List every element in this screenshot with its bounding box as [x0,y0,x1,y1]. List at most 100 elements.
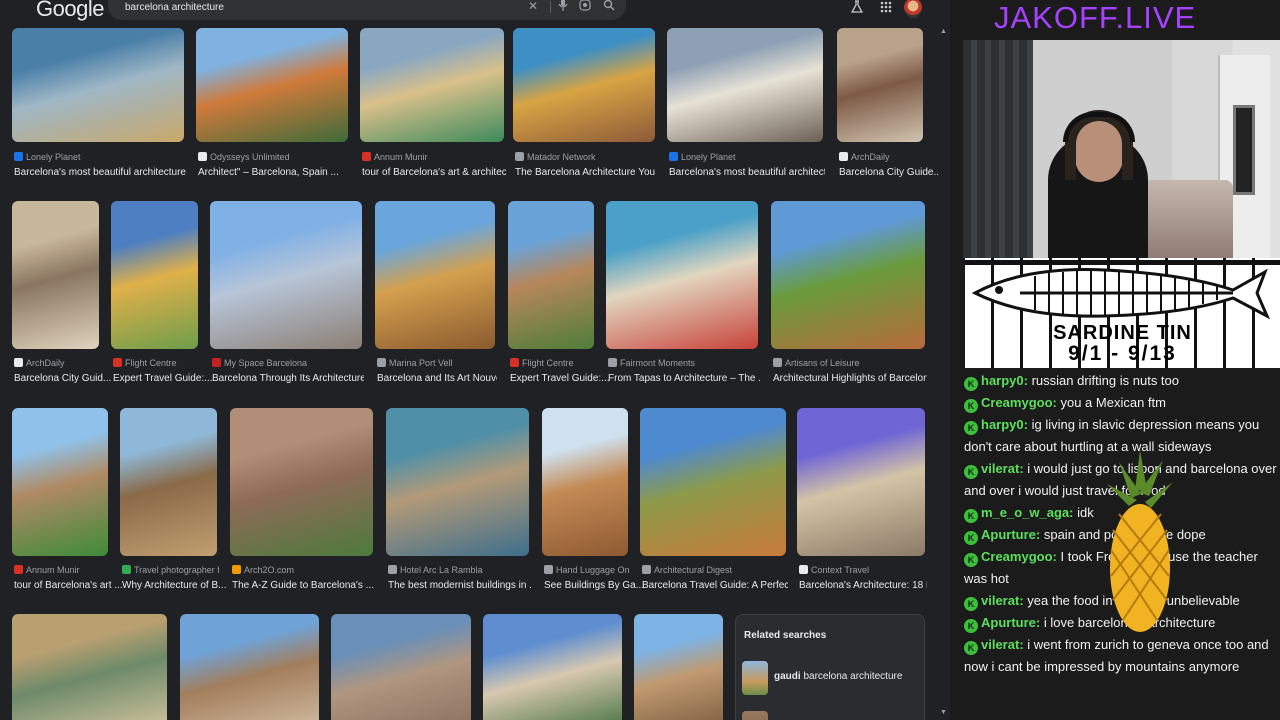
site-favicon-icon [198,152,207,161]
labs-flask-icon[interactable] [850,0,864,17]
image-result-source[interactable]: Annum Munir [362,152,506,162]
camera-lens-icon[interactable] [578,0,592,14]
image-result-caption[interactable]: From Tapas to Architecture – The ... [608,373,760,384]
image-result-caption[interactable]: tour of Barcelona's art ... [14,580,134,591]
apps-grid-icon[interactable] [880,0,892,16]
image-result-thumbnail[interactable] [640,408,786,556]
image-result-thumbnail[interactable] [606,201,758,349]
image-result-thumbnail[interactable] [634,614,723,720]
image-result-source[interactable]: Flight Centre [510,358,596,368]
image-result-thumbnail[interactable] [542,408,628,556]
related-search-text: gaudi barcelona architecture [774,671,903,682]
image-result-caption[interactable]: Barcelona Travel Guide: A Perfect ... [642,580,788,591]
image-result-thumbnail[interactable] [120,408,217,556]
image-result-source[interactable]: Architectural Digest [642,565,788,575]
chat-username[interactable]: Creamygoo [981,549,1053,564]
image-result-caption[interactable]: Barcelona's most beautiful architectur..… [669,167,825,178]
search-icon[interactable] [602,0,616,14]
image-result-caption[interactable]: Barcelona and Its Art Nouve... [377,373,497,384]
chat-username[interactable]: Creamygoo [981,395,1053,410]
results-scrollbar[interactable]: ▲ ▼ [938,26,948,720]
image-result-caption[interactable]: Architect" – Barcelona, Spain ... [198,167,350,178]
microphone-icon[interactable] [556,0,570,14]
image-result-thumbnail[interactable] [386,408,529,556]
image-result-caption[interactable]: Barcelona Through Its Architecture ... [212,373,364,384]
image-result-thumbnail[interactable] [837,28,923,142]
image-result-caption[interactable]: Barcelona's Architecture: 18 B... [799,580,927,591]
image-result-thumbnail[interactable] [797,408,925,556]
image-result-thumbnail[interactable] [360,28,504,142]
image-result-source[interactable]: Odysseys Unlimited [198,152,350,162]
image-result-caption[interactable]: Architectural Highlights of Barcelona ..… [773,373,927,384]
chat-username[interactable]: m_e_o_w_aga [981,505,1069,520]
chat-username[interactable]: harpy0 [981,373,1024,388]
image-result-source[interactable]: Hand Luggage Only [544,565,630,575]
related-search-item[interactable] [742,711,918,720]
site-favicon-icon [14,152,23,161]
image-result-caption[interactable]: The best modernist buildings in ... [388,580,531,591]
image-result-thumbnail[interactable] [12,201,99,349]
account-avatar[interactable] [904,0,922,18]
image-result-source[interactable]: ArchDaily [839,152,925,162]
image-result-source[interactable]: Lonely Planet [14,152,186,162]
site-favicon-icon [388,565,397,574]
image-result-source[interactable]: Lonely Planet [669,152,825,162]
image-result-thumbnail[interactable] [508,201,594,349]
image-result-thumbnail[interactable] [111,201,198,349]
image-result-thumbnail[interactable] [196,28,348,142]
clear-icon[interactable]: ✕ [526,0,540,13]
related-search-thumbnail [742,661,768,695]
image-result-source[interactable]: Marina Port Vell [377,358,497,368]
google-logo[interactable]: Google [36,0,104,22]
image-result-thumbnail[interactable] [513,28,655,142]
related-search-item[interactable]: gaudi barcelona architecture [742,661,918,695]
image-result-thumbnail[interactable] [180,614,319,720]
chat-username[interactable]: harpy0 [981,417,1024,432]
chat-text: you a Mexican ftm [1060,395,1166,410]
image-result-caption[interactable]: The A-Z Guide to Barcelona's ... [232,580,375,591]
image-result-thumbnail[interactable] [12,408,108,556]
image-result-thumbnail[interactable] [771,201,925,349]
kick-badge-icon: K [964,399,978,413]
image-result-caption[interactable]: Why Architecture of B... [122,580,242,591]
image-result-source[interactable]: Arch2O.com [232,565,375,575]
site-favicon-icon [113,358,122,367]
image-result-source[interactable]: Flight Centre [113,358,200,368]
image-result-source[interactable]: ArchDaily [14,358,101,368]
search-input[interactable]: barcelona architecture [125,2,224,13]
image-result-source[interactable]: My Space Barcelona [212,358,364,368]
chat-username[interactable]: Apurture [981,527,1036,542]
chat-username[interactable]: Apurture [981,615,1036,630]
image-result-source[interactable]: Travel photographer fro... [122,565,219,575]
image-result-source[interactable]: Fairmont Moments [608,358,760,368]
image-result-thumbnail[interactable] [667,28,823,142]
image-result-thumbnail[interactable] [210,201,362,349]
image-result-source[interactable]: Context Travel [799,565,927,575]
scroll-up-icon[interactable]: ▲ [940,28,947,35]
chat-message: Kvilerat: i went from zurich to geneva o… [964,637,1269,674]
related-searches-title: Related searches [744,630,827,641]
chat-username[interactable]: vilerat [981,637,1019,652]
image-result-caption[interactable]: tour of Barcelona's art & architect... [362,167,506,178]
image-result-source[interactable]: Matador Network [515,152,657,162]
image-result-thumbnail[interactable] [483,614,622,720]
site-favicon-icon [773,358,782,367]
chat-message: K Creamygoo: you a Mexican ftm [964,392,1280,414]
image-result-caption[interactable]: Barcelona's most beautiful architecture … [14,167,186,178]
image-result-caption[interactable]: Barcelona City Guide... [839,167,950,178]
image-result-thumbnail[interactable] [230,408,373,556]
image-result-caption[interactable]: The Barcelona Architecture You N... [515,167,657,178]
search-box[interactable]: barcelona architecture ✕ [108,0,626,20]
image-result-thumbnail[interactable] [375,201,495,349]
sardine-tin-dates: 9/1 - 9/13 [1068,342,1177,365]
image-result-source[interactable]: Artisans of Leisure [773,358,927,368]
image-result-source[interactable]: Annum Munir [14,565,110,575]
image-result-thumbnail[interactable] [12,28,184,142]
chat-username[interactable]: vilerat [981,461,1019,476]
kick-badge-icon: K [964,553,978,567]
image-result-source[interactable]: Hotel Arc La Rambla [388,565,531,575]
image-result-thumbnail[interactable] [331,614,471,720]
scroll-down-icon[interactable]: ▼ [940,709,947,716]
chat-username[interactable]: vilerat [981,593,1019,608]
image-result-thumbnail[interactable] [12,614,167,720]
